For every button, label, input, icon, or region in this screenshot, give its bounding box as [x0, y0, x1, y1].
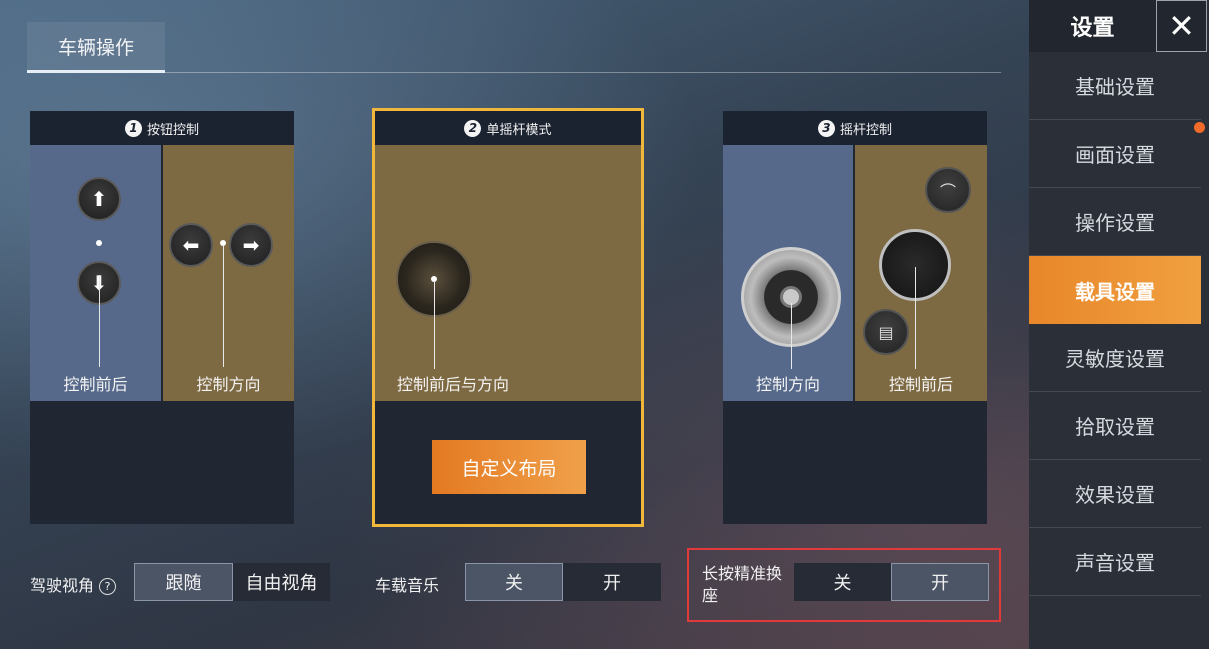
settings-sidebar: 设置 ✕ 基础设置 画面设置 操作设置 载具设置 灵敏度设置 拾取设置 效果设置…: [1029, 0, 1209, 649]
number-badge: 1: [124, 119, 142, 137]
zone-label: 控制前后: [63, 375, 128, 394]
long-press-off-option[interactable]: 关: [794, 563, 891, 601]
sidebar-item-graphics[interactable]: 画面设置: [1029, 120, 1201, 188]
guide-line: [434, 281, 435, 369]
sidebar-item-basic[interactable]: 基础设置: [1029, 52, 1201, 120]
panel-button-control[interactable]: 1 按钮控制 ⬆ ⬇ 控制前后 ⬅ ➡ 控制方向: [30, 111, 294, 524]
arrow-right-icon: ➡: [229, 223, 273, 267]
number-badge: 2: [464, 119, 482, 137]
music-off-option[interactable]: 关: [465, 563, 563, 601]
long-press-toggle[interactable]: 关 开: [794, 563, 989, 601]
zone-joystick: 控制前后与方向: [375, 145, 641, 401]
dot: [96, 240, 102, 246]
follow-option[interactable]: 跟随: [134, 563, 233, 601]
close-icon[interactable]: ✕: [1156, 0, 1207, 52]
sidebar-item-controls[interactable]: 操作设置: [1029, 188, 1201, 256]
brake-pedal-icon: ▤: [863, 309, 909, 355]
long-press-label: 长按精准换座: [702, 564, 783, 605]
sidebar-item-sound[interactable]: 声音设置: [1029, 528, 1201, 596]
guide-line: [223, 245, 224, 367]
panel-joystick-control[interactable]: 3 摇杆控制 控制方向 ⌒ ▤ 控制前后: [723, 111, 987, 524]
free-view-option[interactable]: 自由视角: [233, 563, 330, 601]
tab-divider: [165, 72, 1001, 73]
guide-line: [99, 275, 100, 367]
car-music-label: 车载音乐: [375, 576, 440, 595]
drive-view-toggle[interactable]: 跟随 自由视角: [134, 563, 330, 601]
panel-title: 单摇杆模式: [486, 122, 552, 138]
tab-vehicle-operation[interactable]: 车辆操作: [27, 22, 165, 73]
zone-label: 控制前后与方向: [397, 375, 510, 394]
zone-label: 控制方向: [196, 375, 261, 394]
panel-header: 2 单摇杆模式: [375, 111, 641, 145]
panel-single-joystick[interactable]: 2 单摇杆模式 控制前后与方向 自定义布局: [372, 108, 644, 527]
sidebar-item-sensitivity[interactable]: 灵敏度设置: [1029, 324, 1201, 392]
notification-dot: [1194, 122, 1205, 133]
music-on-option[interactable]: 开: [563, 563, 661, 601]
zone-steering: 控制方向: [723, 145, 853, 401]
zone-forward-back: ⬆ ⬇ 控制前后: [30, 145, 161, 401]
arrow-up-icon: ⬆: [77, 177, 121, 221]
guide-line: [791, 303, 792, 369]
arrow-left-icon: ⬅: [169, 223, 213, 267]
sidebar-title: 设置: [1029, 0, 1156, 52]
zone-throttle: ⌒ ▤ 控制前后: [855, 145, 987, 401]
custom-layout-button[interactable]: 自定义布局: [432, 440, 586, 494]
handbrake-icon: ⌒: [925, 167, 971, 213]
panel-title: 摇杆控制: [839, 122, 892, 138]
zone-label: 控制前后: [888, 375, 953, 394]
guide-line: [915, 267, 916, 369]
zone-direction: ⬅ ➡ 控制方向: [163, 145, 294, 401]
panel-header: 3 摇杆控制: [723, 111, 987, 145]
sidebar-item-vehicle[interactable]: 载具设置: [1029, 256, 1201, 324]
car-music-toggle[interactable]: 关 开: [465, 563, 661, 601]
number-badge: 3: [817, 119, 835, 137]
drive-view-label: 驾驶视角?: [30, 572, 117, 596]
zone-label: 控制方向: [755, 375, 820, 394]
panel-title: 按钮控制: [146, 122, 199, 138]
sidebar-item-effects[interactable]: 效果设置: [1029, 460, 1201, 528]
drive-view-text: 驾驶视角: [30, 576, 95, 595]
panel-header: 1 按钮控制: [30, 111, 294, 145]
long-press-on-option[interactable]: 开: [891, 563, 989, 601]
help-icon[interactable]: ?: [99, 578, 117, 595]
sidebar-item-pickup[interactable]: 拾取设置: [1029, 392, 1201, 460]
